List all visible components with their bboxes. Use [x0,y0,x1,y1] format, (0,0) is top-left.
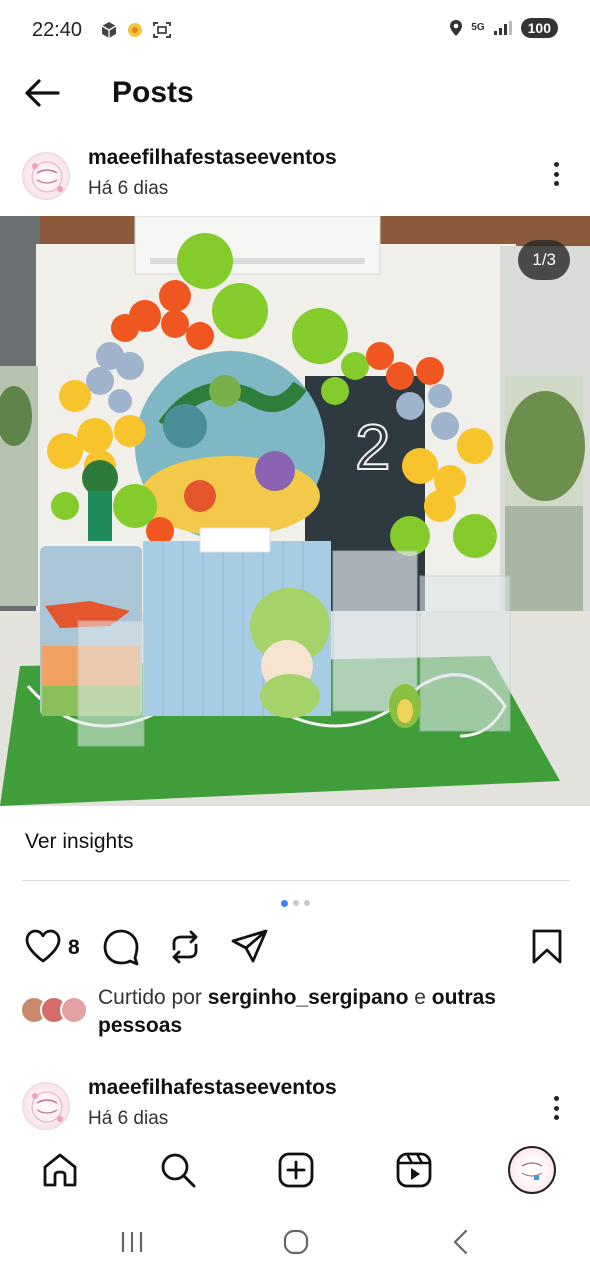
heart-icon [25,929,61,963]
send-icon [231,929,268,963]
avatar[interactable] [22,152,70,200]
profile-avatar-icon [521,1162,543,1180]
liker-avatars [20,996,88,1024]
repost-button[interactable] [166,928,204,971]
home-icon [43,1153,77,1187]
liked-by-prefix: Curtido por [98,986,208,1009]
more-icon [553,162,559,167]
page-title: Posts [112,76,194,109]
status-notification-icons [100,21,172,39]
more-options-button[interactable] [544,1090,568,1126]
view-insights-link[interactable]: Ver insights [25,830,134,854]
location-icon [450,20,463,36]
next-post-username[interactable]: maeefilhafestaseeventos [88,1076,337,1100]
number-sign: 2 [355,411,391,483]
arrow-left-icon [25,79,60,107]
carousel-dot [303,900,310,906]
plus-square-icon [278,1152,314,1188]
search-icon [161,1153,196,1188]
image-counter: 1/3 [518,240,570,280]
screenshot-icon [153,22,171,38]
post-header: maeefilhafestaseeventos Há 6 dias [0,144,590,214]
back-system-button[interactable] [448,1228,476,1261]
avatar [60,996,88,1024]
share-button[interactable] [230,928,270,971]
like-count[interactable]: 8 [68,936,80,960]
top-bar: Posts [0,62,590,124]
liked-by-text: Curtido por serginho_sergipano e outras … [98,984,568,1040]
post-actions: 8 [0,924,590,970]
home-circle-icon [283,1229,309,1255]
liked-by-connector: e [408,986,432,1009]
carousel-indicator [0,900,590,907]
signal-icon [493,21,512,35]
home-system-button[interactable] [282,1228,310,1261]
box-icon [101,22,117,38]
carousel-dot-active [280,900,288,907]
bottom-nav [0,1140,590,1200]
nav-create[interactable] [276,1148,316,1192]
post-username[interactable]: maeefilhafestaseeventos [88,146,337,170]
avatar[interactable] [22,1082,70,1130]
comment-icon [103,929,139,966]
liked-by-user[interactable]: serginho_sergipano [208,986,409,1009]
status-bar: 22:40 5G 100 [0,0,590,62]
network-type: 5G [471,22,485,33]
nav-home[interactable] [40,1148,80,1192]
recent-apps-button[interactable] [118,1228,146,1261]
divider [22,880,570,881]
post-date: Há 6 dias [88,178,169,199]
bookmark-icon [532,929,562,964]
party-decoration-photo: 2 [0,216,590,806]
recent-apps-icon [121,1232,143,1252]
nav-search[interactable] [158,1148,198,1192]
next-post-date: Há 6 dias [88,1108,169,1129]
comment-button[interactable] [102,928,140,971]
app-icon [128,23,142,37]
nav-profile[interactable] [508,1146,556,1194]
more-icon [553,1096,559,1101]
reels-icon [396,1152,432,1188]
like-button[interactable] [24,928,62,969]
nav-reels[interactable] [394,1148,434,1192]
post-image[interactable]: 2 1/3 [0,216,590,806]
carousel-dot [292,900,299,906]
status-right-icons: 5G 100 [449,18,558,38]
status-time: 22:40 [32,19,83,41]
chevron-left-icon [453,1229,468,1255]
more-options-button[interactable] [544,156,568,192]
save-button[interactable] [530,928,564,971]
battery-level: 100 [520,18,558,38]
next-post-header: maeefilhafestaseeventos Há 6 dias [0,1074,590,1144]
repost-icon [172,930,198,964]
system-nav-bar [0,1214,590,1274]
back-button[interactable] [22,76,66,110]
